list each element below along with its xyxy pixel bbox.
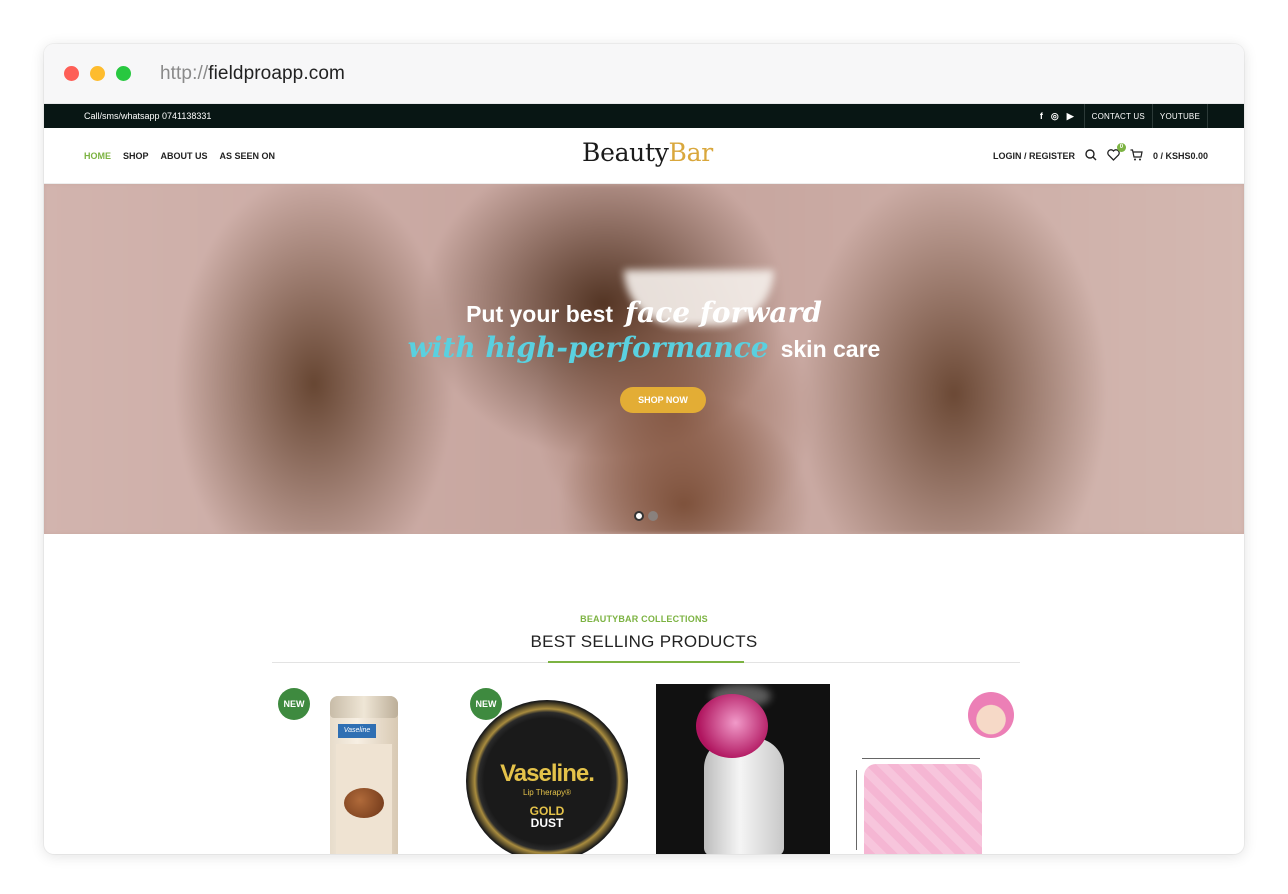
tin-dust: DUST bbox=[530, 816, 564, 830]
hero-line-1: Put your best face forward bbox=[44, 296, 1244, 329]
logo-beauty: Beauty bbox=[582, 138, 669, 167]
browser-window: http://fieldproapp.com Call/sms/whatsapp… bbox=[44, 44, 1244, 854]
hero-line-2-italic: with high-performance bbox=[407, 331, 769, 364]
maximize-window-button[interactable] bbox=[116, 66, 131, 81]
main-nav: HOME SHOP ABOUT US AS SEEN ON bbox=[84, 151, 275, 161]
new-badge: NEW bbox=[470, 688, 502, 720]
product-card[interactable] bbox=[848, 684, 1022, 854]
hero-headline: Put your best face forward with high-perf… bbox=[44, 296, 1244, 364]
shop-now-button[interactable]: SHOP NOW bbox=[620, 387, 706, 413]
youtube-icon[interactable]: ▶ bbox=[1067, 111, 1074, 122]
social-links: f ◎ ▶ bbox=[1040, 104, 1084, 128]
nav-as-seen-on[interactable]: AS SEEN ON bbox=[220, 151, 276, 161]
collections-section: BEAUTYBAR COLLECTIONS BEST SELLING PRODU… bbox=[44, 614, 1244, 663]
bottle-cap bbox=[330, 696, 398, 718]
section-divider bbox=[272, 661, 1020, 663]
tin-brand: Vaseline. bbox=[500, 760, 595, 787]
nav-shop[interactable]: SHOP bbox=[123, 151, 149, 161]
contact-us-link[interactable]: CONTACT US bbox=[1083, 104, 1152, 128]
login-register-link[interactable]: LOGIN / REGISTER bbox=[993, 151, 1075, 161]
section-title: BEST SELLING PRODUCTS bbox=[530, 632, 758, 651]
wishlist-icon[interactable]: 0 bbox=[1107, 142, 1126, 163]
tin-subtitle: Lip Therapy® bbox=[523, 788, 571, 797]
thermal-hair-cap bbox=[864, 764, 982, 854]
product-grid: NEW Vaseline NEW Vaseline. Lip Therapy® … bbox=[272, 684, 1020, 854]
hero-line-1-italic: face forward bbox=[625, 296, 822, 329]
logo-bar: Bar bbox=[668, 138, 714, 167]
instagram-icon[interactable]: ◎ bbox=[1051, 111, 1059, 122]
top-bar: Call/sms/whatsapp 0741138331 f ◎ ▶ CONTA… bbox=[44, 104, 1244, 128]
steamer-nozzle bbox=[696, 694, 768, 758]
nav-about-us[interactable]: ABOUT US bbox=[161, 151, 208, 161]
site-logo[interactable]: BeautyBar bbox=[582, 138, 713, 167]
hero-line-2-plain: skin care bbox=[780, 336, 881, 362]
product-card[interactable]: NEW Vaseline. Lip Therapy® GOLD DUST bbox=[464, 684, 638, 854]
youtube-link[interactable]: YOUTUBE bbox=[1151, 104, 1208, 128]
address-bar[interactable]: http://fieldproapp.com bbox=[160, 63, 345, 85]
top-bar-right: f ◎ ▶ CONTACT US YOUTUBE bbox=[1040, 104, 1208, 128]
product-image-facial-steamer bbox=[656, 684, 830, 854]
new-badge: NEW bbox=[278, 688, 310, 720]
url-protocol: http:// bbox=[160, 62, 209, 84]
product-card[interactable] bbox=[656, 684, 830, 854]
section-eyebrow: BEAUTYBAR COLLECTIONS bbox=[580, 614, 708, 624]
url-domain: fieldproapp.com bbox=[208, 62, 345, 84]
browser-chrome: http://fieldproapp.com bbox=[44, 44, 1244, 104]
slider-pagination bbox=[634, 511, 658, 521]
hero-line-2: with high-performance skin care bbox=[44, 331, 1244, 364]
cocoa-beans-graphic bbox=[344, 788, 384, 818]
cart-total[interactable]: 0 / KSHS0.00 bbox=[1153, 151, 1208, 161]
dimension-line-horizontal bbox=[862, 758, 980, 759]
search-icon[interactable] bbox=[1085, 148, 1097, 163]
wishlist-count-badge: 0 bbox=[1116, 142, 1126, 152]
close-window-button[interactable] bbox=[64, 66, 79, 81]
site-header: HOME SHOP ABOUT US AS SEEN ON BeautyBar … bbox=[44, 128, 1244, 184]
nav-home[interactable]: HOME bbox=[84, 151, 111, 161]
slide-dot-2[interactable] bbox=[648, 511, 658, 521]
hero-slider: Put your best face forward with high-perf… bbox=[44, 184, 1244, 534]
dimension-line-vertical bbox=[856, 770, 857, 850]
header-actions: LOGIN / REGISTER 0 0 / KSHS0.00 bbox=[993, 142, 1208, 163]
product-card[interactable]: NEW Vaseline bbox=[272, 684, 446, 854]
hero-line-1-plain: Put your best bbox=[466, 301, 614, 327]
contact-phone: Call/sms/whatsapp 0741138331 bbox=[84, 111, 212, 121]
product-image-lip-tin: Vaseline. Lip Therapy® GOLD DUST bbox=[466, 700, 628, 854]
bottle-brand: Vaseline bbox=[338, 724, 376, 738]
slide-dot-1[interactable] bbox=[634, 511, 644, 521]
minimize-window-button[interactable] bbox=[90, 66, 105, 81]
facebook-icon[interactable]: f bbox=[1040, 111, 1043, 121]
cart-icon[interactable] bbox=[1130, 148, 1143, 163]
product-image-lotion: Vaseline bbox=[330, 696, 398, 854]
section-divider-accent bbox=[548, 661, 744, 663]
model-face-thumbnail bbox=[968, 692, 1014, 738]
